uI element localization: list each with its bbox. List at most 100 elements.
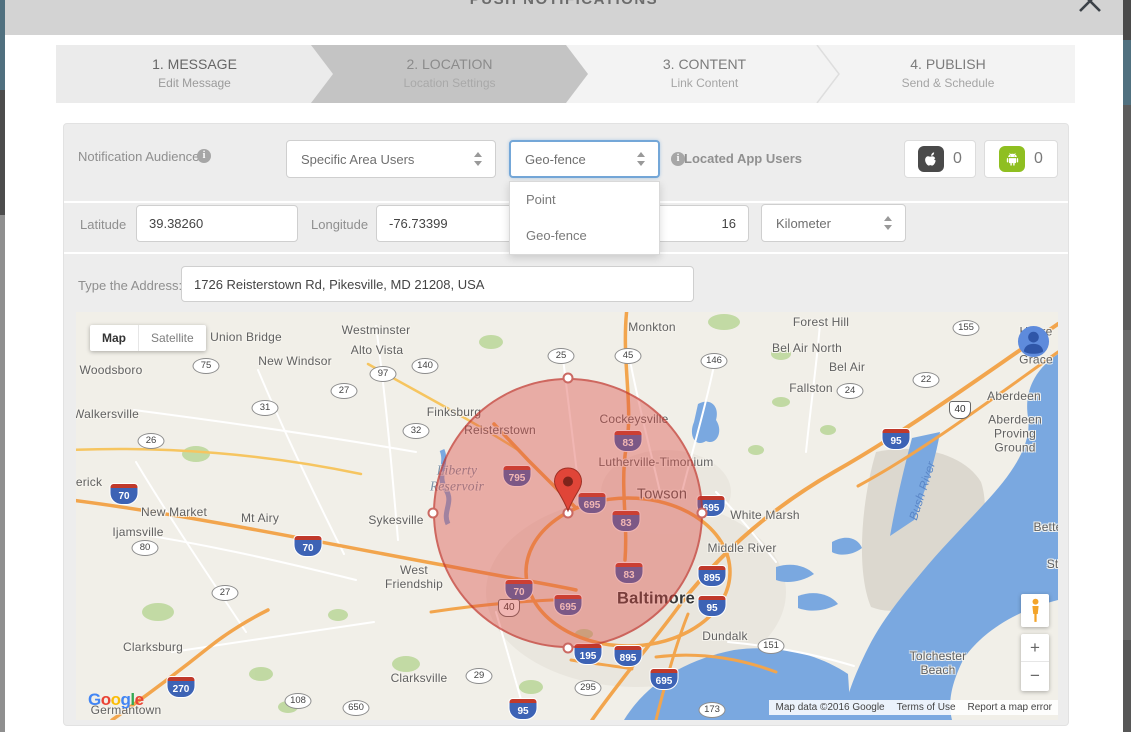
step-publish[interactable]: 4. PUBLISH Send & Schedule bbox=[821, 45, 1075, 103]
select-arrows-icon bbox=[884, 216, 893, 230]
map-label: Bel Air North bbox=[772, 342, 842, 356]
map-label: Sti bbox=[1047, 558, 1058, 572]
address-input[interactable] bbox=[181, 266, 694, 302]
interstate-shield-270: 270 bbox=[168, 677, 195, 697]
dropdown-option-geo-fence[interactable]: Geo-fence bbox=[510, 218, 659, 254]
geofence-handle-east[interactable] bbox=[697, 508, 708, 519]
state-route-shield-97: 97 bbox=[370, 366, 397, 382]
google-logo[interactable]: Google bbox=[88, 690, 144, 710]
scrollbar[interactable] bbox=[1123, 0, 1131, 732]
geofence-info-icon[interactable]: i bbox=[671, 152, 685, 166]
map-label: Union Bridge bbox=[210, 331, 282, 345]
android-count-value: 0 bbox=[1034, 150, 1043, 168]
google-logo-letter: o bbox=[101, 690, 111, 709]
map-view-button[interactable]: Map bbox=[90, 325, 138, 351]
interstate-shield-70: 70 bbox=[295, 536, 322, 556]
step-content[interactable]: 3. CONTENT Link Content bbox=[566, 45, 843, 103]
zoom-in-button[interactable]: + bbox=[1021, 634, 1049, 662]
google-map[interactable]: 7956956956956958383837070709595958958951… bbox=[76, 312, 1058, 720]
state-route-shield-27: 27 bbox=[331, 383, 358, 399]
audience-select[interactable]: Specific Area Users bbox=[286, 140, 496, 178]
close-icon[interactable] bbox=[1073, 0, 1107, 18]
state-route-shield-32: 32 bbox=[403, 423, 430, 439]
map-label: Westminster bbox=[342, 324, 411, 338]
map-label: Monkton bbox=[628, 321, 675, 335]
located-app-users-label: Located App Users bbox=[684, 151, 802, 166]
map-label: New Market bbox=[141, 506, 207, 520]
android-user-count: 0 bbox=[984, 140, 1058, 178]
map-label: Fallston bbox=[789, 382, 833, 396]
android-icon bbox=[999, 146, 1025, 172]
map-label: Tolchester Beach bbox=[910, 650, 967, 678]
apple-icon bbox=[918, 146, 944, 172]
map-label: Forest Hill bbox=[793, 316, 849, 330]
step-message[interactable]: 1. MESSAGE Edit Message bbox=[56, 45, 333, 103]
state-route-shield-151: 151 bbox=[758, 638, 785, 654]
interstate-shield-895: 895 bbox=[699, 566, 726, 586]
location-settings-panel: Notification Audience i Specific Area Us… bbox=[63, 123, 1069, 726]
geofence-handle-south[interactable] bbox=[563, 643, 574, 654]
state-route-shield-173: 173 bbox=[699, 702, 726, 718]
state-route-shield-650: 650 bbox=[343, 700, 370, 716]
pegman-icon bbox=[1029, 598, 1042, 624]
map-label: Bette bbox=[1033, 521, 1058, 535]
street-view-pegman[interactable] bbox=[1021, 594, 1049, 627]
map-label: Dundalk bbox=[702, 630, 747, 644]
select-arrows-icon bbox=[474, 152, 483, 166]
state-route-shield-25: 25 bbox=[548, 348, 575, 364]
map-label: erick bbox=[76, 476, 102, 490]
map-zoom-control: + − bbox=[1021, 634, 1049, 691]
user-avatar-marker bbox=[1017, 325, 1050, 358]
state-route-shield-27: 27 bbox=[212, 585, 239, 601]
latitude-input[interactable] bbox=[136, 205, 298, 242]
interstate-shield-70: 70 bbox=[111, 484, 138, 504]
ios-count-value: 0 bbox=[953, 150, 962, 168]
satellite-view-button[interactable]: Satellite bbox=[138, 325, 206, 351]
state-route-shield-108: 108 bbox=[285, 693, 312, 709]
state-route-shield-29: 29 bbox=[466, 668, 493, 684]
audience-info-icon[interactable]: i bbox=[197, 149, 211, 163]
state-route-shield-22: 22 bbox=[913, 372, 940, 388]
state-route-shield-80: 80 bbox=[132, 540, 159, 556]
interstate-shield-695: 695 bbox=[651, 669, 678, 689]
state-route-shield-31: 31 bbox=[252, 400, 279, 416]
map-attribution: Map data ©2016 Google Terms of Use Repor… bbox=[769, 700, 1058, 715]
map-label: Woodsboro bbox=[80, 364, 143, 378]
interstate-shield-95: 95 bbox=[699, 596, 726, 616]
map-pin[interactable] bbox=[553, 467, 583, 513]
state-route-shield-295: 295 bbox=[575, 680, 602, 696]
map-label: Walkersville bbox=[76, 408, 139, 422]
state-route-shield-75: 75 bbox=[193, 358, 220, 374]
push-notifications-dialog: PUSH NOTIFICATIONS 1. MESSAGE Edit Messa… bbox=[5, 0, 1123, 732]
terms-of-use-link[interactable]: Terms of Use bbox=[891, 700, 962, 715]
us-route-shield-40: 40 bbox=[949, 401, 971, 419]
map-label: Alto Vista bbox=[351, 344, 403, 358]
map-label: New Windsor bbox=[258, 355, 332, 369]
map-label: Aberdeen Proving Ground bbox=[988, 413, 1042, 454]
google-logo-letter: e bbox=[135, 690, 144, 709]
map-label: Sykesville bbox=[368, 514, 423, 528]
google-logo-letter: G bbox=[88, 690, 101, 709]
type-dropdown-menu: PointGeo-fence bbox=[509, 181, 660, 255]
dropdown-option-point[interactable]: Point bbox=[510, 182, 659, 218]
map-label: Mt Airy bbox=[241, 512, 279, 526]
map-label: White Marsh bbox=[730, 509, 800, 523]
state-route-shield-140: 140 bbox=[412, 358, 439, 374]
map-label: Bel Air bbox=[829, 361, 865, 375]
geofence-handle-west[interactable] bbox=[428, 508, 439, 519]
address-label: Type the Address: bbox=[78, 278, 182, 293]
map-label: Clarksville bbox=[391, 672, 448, 686]
unit-select[interactable]: Kilometer bbox=[761, 204, 906, 242]
report-map-error-link[interactable]: Report a map error bbox=[962, 700, 1058, 715]
geofence-handle-north[interactable] bbox=[563, 373, 574, 384]
zoom-out-button[interactable]: − bbox=[1021, 662, 1049, 690]
state-route-shield-24: 24 bbox=[837, 383, 864, 399]
wizard-steps: 1. MESSAGE Edit Message 2. LOCATION Loca… bbox=[56, 45, 1075, 103]
map-data-credit: Map data ©2016 Google bbox=[769, 700, 890, 715]
screen: { "header": { "title": "PUSH NOTIFICATIO… bbox=[0, 0, 1131, 732]
map-label: Bush River bbox=[907, 460, 939, 522]
step-location[interactable]: 2. LOCATION Location Settings bbox=[311, 45, 588, 103]
latitude-label: Latitude bbox=[80, 217, 126, 232]
geofence-type-select[interactable]: Geo-fence bbox=[509, 140, 660, 178]
notification-audience-label: Notification Audience bbox=[78, 149, 199, 164]
